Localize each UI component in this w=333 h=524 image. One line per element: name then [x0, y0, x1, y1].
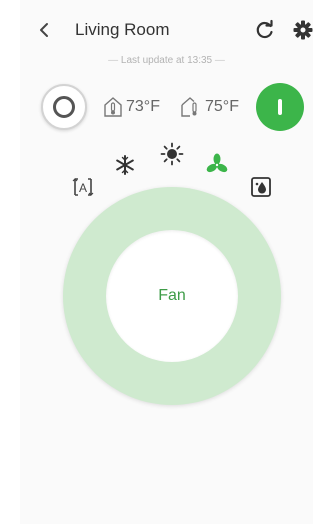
indoor-thermometer-icon [104, 97, 122, 117]
refresh-button[interactable] [254, 19, 276, 41]
outdoor-temperature: 75°F [181, 96, 239, 118]
mode-dry-button[interactable] [248, 174, 274, 200]
page-title: Living Room [75, 20, 170, 39]
current-mode-label: Fan [158, 287, 186, 304]
sun-icon [160, 142, 184, 166]
dial-center: Fan [106, 230, 238, 362]
chevron-left-icon [40, 23, 48, 37]
mode-fan-button[interactable] [204, 152, 230, 178]
snowflake-icon [116, 155, 134, 175]
last-update-status: — Last update at 13:35 — [108, 55, 225, 66]
auto-mode-icon: A [72, 178, 94, 196]
mode-heat-button[interactable] [159, 141, 185, 167]
indoor-temp-value: 73°F [126, 98, 160, 115]
svg-text:A: A [79, 181, 87, 195]
outdoor-temp-value: 75°F [205, 98, 239, 115]
mode-auto-button[interactable]: A [70, 174, 96, 200]
indoor-temperature: 73°F [104, 96, 160, 118]
power-on-icon [278, 99, 282, 115]
refresh-icon [256, 19, 273, 39]
fan-icon [206, 153, 228, 173]
back-button[interactable] [34, 17, 54, 43]
header: Living Room [20, 0, 313, 60]
power-button[interactable] [256, 83, 304, 131]
mode-dial-toggle[interactable] [41, 84, 87, 130]
gear-icon [293, 20, 313, 40]
outdoor-thermometer-icon [181, 97, 197, 117]
drop-icon [251, 177, 271, 197]
ring-icon [53, 96, 75, 118]
mode-cool-button[interactable] [112, 152, 138, 178]
settings-button[interactable] [292, 19, 314, 41]
last-update-text: Last update at 13:35 [120, 55, 213, 66]
mode-dial-ring[interactable]: Fan [63, 187, 281, 405]
